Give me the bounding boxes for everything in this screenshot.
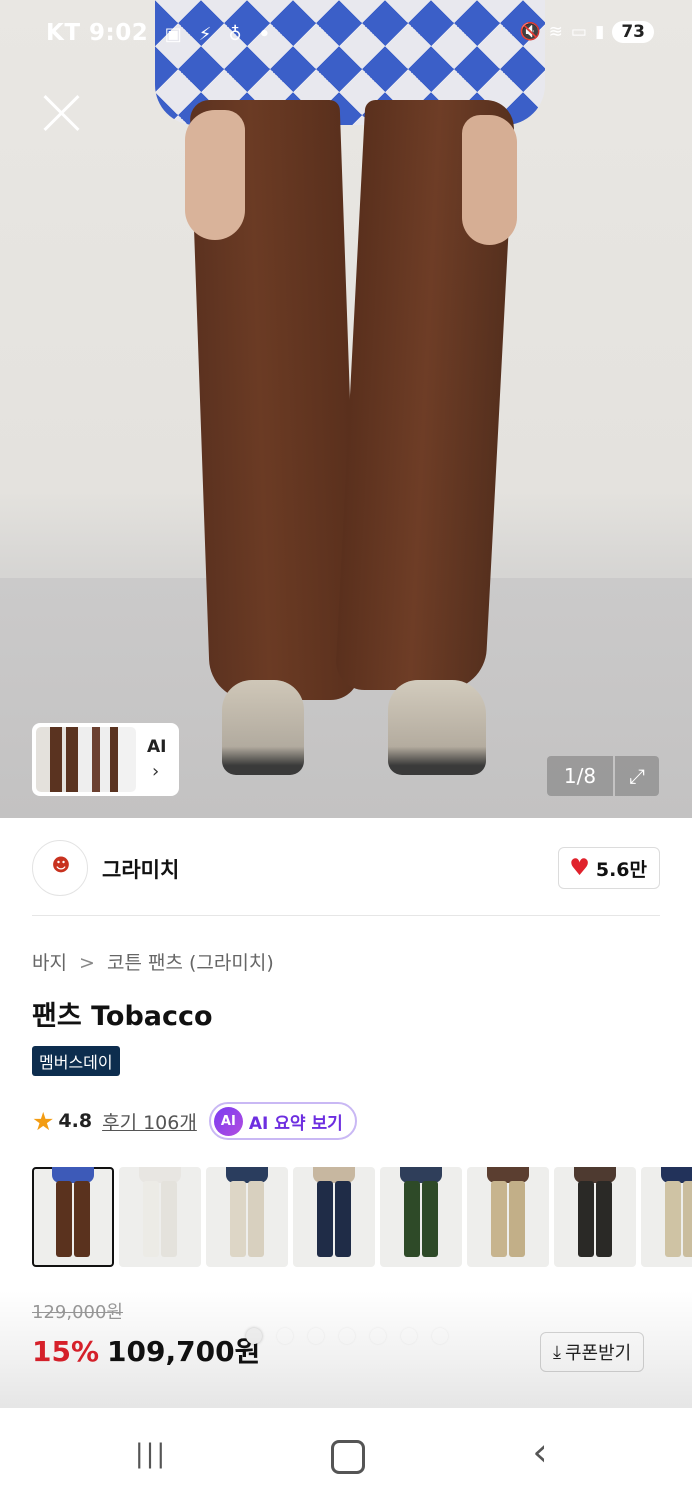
price-row: 15% 109,700원 (32, 1330, 260, 1370)
ai-similar-products-button[interactable]: AI › (32, 723, 179, 796)
image-hand-right (462, 115, 517, 245)
rating-score: 4.8 (58, 1110, 93, 1132)
color-swatch[interactable] (32, 1167, 114, 1267)
notification-icon: ⚡ (198, 24, 212, 45)
original-price: 129,000원 (32, 1302, 123, 1323)
reviews-link[interactable]: 후기 106개 (102, 1108, 197, 1135)
product-image[interactable] (0, 0, 692, 818)
carousel-dot[interactable] (432, 1328, 448, 1344)
heart-icon: ♥ (569, 855, 590, 881)
expand-icon[interactable]: ⤢ (615, 756, 659, 796)
download-icon: ⤓ (553, 1341, 561, 1363)
color-swatch[interactable] (293, 1167, 375, 1267)
product-title: 팬츠 Tobacco (32, 1001, 213, 1032)
chevron-right-icon: › (152, 761, 160, 782)
discount-rate: 15% (32, 1335, 100, 1368)
ai-icon: AI (213, 1106, 243, 1136)
like-button[interactable]: ♥ 5.6만 (558, 847, 660, 889)
image-shoe-left (222, 680, 304, 775)
members-day-badge: 멤버스데이 (32, 1046, 120, 1076)
carousel-dot[interactable] (246, 1328, 262, 1344)
brand-row: ☻ 그라미치 ♥ 5.6만 (32, 840, 660, 896)
carousel-dot[interactable] (370, 1328, 386, 1344)
coupon-button[interactable]: ⤓ 쿠폰받기 (540, 1332, 645, 1372)
back-icon[interactable]: ‹ (510, 1432, 570, 1476)
wifi-icon: ≋ (548, 22, 563, 42)
color-swatch[interactable] (119, 1167, 201, 1267)
home-icon[interactable] (316, 1432, 376, 1476)
screenshot-icon: ▣ (164, 24, 183, 45)
carousel-dot[interactable] (277, 1328, 293, 1344)
color-swatch[interactable] (467, 1167, 549, 1267)
hd-icon: ▭ (570, 22, 587, 42)
brand-name[interactable]: 그라미치 (102, 854, 179, 884)
image-hand-left (185, 110, 245, 240)
signal-icon: ▮ (594, 22, 605, 42)
status-bar: KT 9:02 ▣ ⚡ ♁ • 🔇 ≋ ▭ ▮ 73 (0, 16, 692, 52)
image-counter: 1/8 (547, 756, 613, 796)
color-swatch[interactable]: 품 (641, 1167, 692, 1267)
ai-thumb-label: AI (147, 737, 167, 757)
close-button[interactable] (40, 92, 82, 134)
carrier-label: KT (46, 20, 81, 46)
app-notification-icon: ♁ (228, 24, 243, 45)
like-count: 5.6만 (595, 858, 647, 881)
breadcrumb-separator: > (79, 952, 95, 974)
system-nav-bar: ||| ‹ (0, 1408, 692, 1500)
brand-logo-mark: ☻ (51, 855, 71, 876)
color-swatch[interactable] (206, 1167, 288, 1267)
ai-summary-label: AI 요약 보기 (248, 1113, 343, 1134)
ai-thumb-image (36, 727, 136, 792)
carousel-dots (246, 1328, 448, 1344)
breadcrumb-subcategory[interactable]: 코튼 팬츠 (그라미치) (107, 952, 274, 974)
brand-logo[interactable]: ☻ (32, 840, 88, 896)
breadcrumb-category[interactable]: 바지 (32, 952, 67, 974)
rating-row: ★ 4.8 후기 106개 AI AI 요약 보기 (32, 1102, 357, 1140)
breadcrumb: 바지 > 코튼 팬츠 (그라미치) (32, 948, 274, 975)
mute-icon: 🔇 (519, 22, 541, 42)
carousel-dot[interactable] (308, 1328, 324, 1344)
color-swatch[interactable] (554, 1167, 636, 1267)
carousel-dot[interactable] (339, 1328, 355, 1344)
clock: 9:02 (89, 20, 149, 46)
more-notifications-icon: • (258, 24, 271, 45)
color-swatch[interactable] (380, 1167, 462, 1267)
ai-summary-button[interactable]: AI AI 요약 보기 (208, 1102, 357, 1140)
image-shoe-right (388, 680, 486, 775)
star-icon: ★ (32, 1106, 55, 1136)
carousel-dot[interactable] (401, 1328, 417, 1344)
coupon-label: 쿠폰받기 (564, 1343, 632, 1364)
color-swatches: 품 (32, 1167, 692, 1269)
battery-indicator: 73 (612, 21, 654, 43)
sale-price: 109,700원 (107, 1335, 261, 1368)
recent-apps-icon[interactable]: ||| (121, 1432, 181, 1476)
divider (32, 915, 660, 916)
